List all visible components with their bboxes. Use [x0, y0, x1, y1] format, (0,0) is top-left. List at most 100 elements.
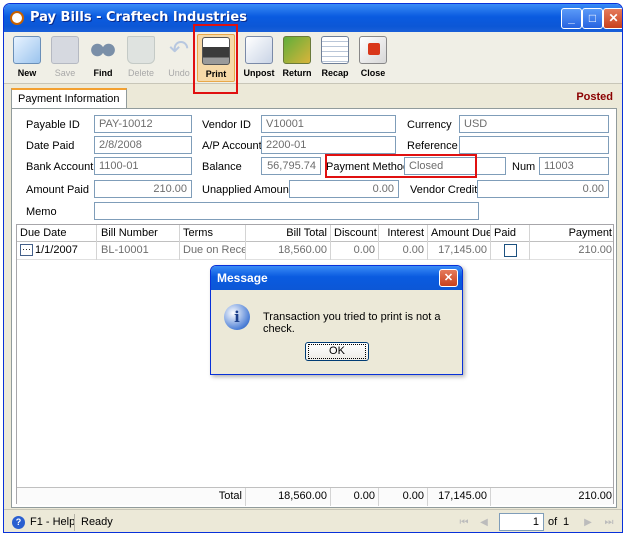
grid-totals-row: Total 18,560.00 0.00 0.00 17,145.00 210.… [17, 487, 613, 506]
return-money-icon [283, 36, 311, 64]
payable-id-field[interactable]: PAY-10012 [94, 115, 192, 133]
dialog-title-bar: Message ✕ [211, 266, 462, 290]
total-bill-total: 18,560.00 [246, 488, 331, 506]
information-icon: i [224, 304, 250, 330]
due-date-value: 1/1/2007 [35, 244, 78, 256]
print-highlight-box [193, 24, 238, 94]
close-button[interactable]: Close [354, 34, 392, 82]
num-label: Num [512, 161, 536, 173]
ok-button[interactable]: OK [305, 342, 369, 361]
save-disk-icon [51, 36, 79, 64]
col-interest[interactable]: Interest [379, 225, 428, 242]
new-record-icon [13, 36, 41, 64]
reference-label: Reference [407, 140, 458, 152]
vendor-credit-field[interactable]: 0.00 [477, 180, 609, 198]
currency-field[interactable]: USD [459, 115, 609, 133]
memo-label: Memo [26, 206, 57, 218]
col-due-date[interactable]: Due Date [17, 225, 97, 242]
payable-id-label: Payable ID [26, 119, 80, 131]
reference-field[interactable] [459, 136, 609, 154]
recap-sheet-icon [321, 36, 349, 64]
col-discount[interactable]: Discount [331, 225, 379, 242]
total-pages: 1 [563, 516, 570, 528]
close-door-icon [359, 36, 387, 64]
bank-account-field[interactable]: 1100-01 [94, 157, 192, 175]
status-badge: Posted [576, 91, 613, 103]
table-row[interactable]: ···1/1/2007 BL-10001 Due on Receip 18,56… [17, 242, 613, 260]
return-button[interactable]: Return [278, 34, 316, 82]
total-payment: 210.00 [578, 490, 612, 502]
terms-cell[interactable]: Due on Receip [180, 242, 246, 260]
prev-page-button[interactable]: ◀ [476, 515, 492, 530]
page-number-input[interactable]: 1 [499, 513, 544, 531]
message-dialog: Message ✕ i Transaction you tried to pri… [210, 265, 463, 375]
col-terms[interactable]: Terms [180, 225, 246, 242]
amount-due-cell[interactable]: 17,145.00 [428, 242, 491, 260]
date-paid-label: Date Paid [26, 140, 75, 152]
total-interest: 0.00 [379, 488, 428, 506]
balance-field[interactable]: 56,795.74 [261, 157, 321, 175]
balance-label: Balance [202, 161, 242, 173]
help-label[interactable]: F1 - Help [30, 516, 75, 528]
dialog-title: Message [217, 271, 268, 285]
help-icon[interactable]: ? [12, 516, 25, 529]
ap-account-label: A/P Account [202, 140, 262, 152]
new-button[interactable]: New [8, 34, 46, 82]
next-page-button[interactable]: ▶ [580, 515, 596, 530]
page-of-label: of [548, 516, 558, 528]
memo-field[interactable] [94, 202, 479, 220]
vendor-id-field[interactable]: V10001 [261, 115, 396, 133]
undo-arrow-icon: ↶ [168, 36, 190, 63]
status-divider [74, 514, 75, 531]
total-amount-due: 17,145.00 [428, 488, 491, 506]
unapplied-amount-field[interactable]: 0.00 [289, 180, 399, 198]
col-bill-number[interactable]: Bill Number [97, 225, 180, 242]
status-bar: ? F1 - Help Ready ⏮ ◀ 1 of 1 ▶ ⏭ [4, 509, 622, 532]
amount-paid-label: Amount Paid [26, 184, 89, 196]
amount-paid-field[interactable]: 210.00 [94, 180, 192, 198]
bank-account-label: Bank Account [26, 161, 94, 173]
app-icon [10, 11, 24, 25]
minimize-button[interactable]: _ [561, 8, 582, 29]
col-bill-total[interactable]: Bill Total [246, 225, 331, 242]
tab-payment-information[interactable]: Payment Information [11, 88, 127, 108]
binoculars-icon [89, 36, 117, 64]
grid-header: Due Date Bill Number Terms Bill Total Di… [17, 225, 613, 242]
title-bar: Pay Bills - Craftech Industries _ □ ✕ [4, 4, 622, 32]
unapplied-amount-label: Unapplied Amount [202, 184, 292, 196]
last-page-button[interactable]: ⏭ [601, 515, 617, 530]
close-window-button[interactable]: ✕ [603, 8, 622, 29]
payment-cell[interactable]: 210.00 [530, 242, 615, 260]
window-title: Pay Bills - Craftech Industries [30, 10, 247, 25]
find-button[interactable]: Find [84, 34, 122, 82]
currency-label: Currency [407, 119, 452, 131]
total-discount: 0.00 [331, 488, 379, 506]
delete-button[interactable]: Delete [122, 34, 160, 82]
unpost-icon [245, 36, 273, 64]
payment-method-highlight-box [325, 154, 477, 178]
ellipsis-icon[interactable]: ··· [20, 244, 33, 257]
save-button[interactable]: Save [46, 34, 84, 82]
date-paid-field[interactable]: 2/8/2008 [94, 136, 192, 154]
col-paid[interactable]: Paid [491, 225, 530, 242]
recycle-bin-icon [127, 36, 155, 64]
unpost-button[interactable]: Unpost [240, 34, 278, 82]
col-amount-due[interactable]: Amount Due [428, 225, 491, 242]
num-field[interactable]: 11003 [539, 157, 609, 175]
dialog-close-button[interactable]: ✕ [439, 269, 458, 287]
vendor-credit-label: Vendor Credit [410, 184, 478, 196]
discount-cell[interactable]: 0.00 [331, 242, 379, 260]
ap-account-field[interactable]: 2200-01 [261, 136, 396, 154]
tab-bar: Payment Information Posted [11, 88, 617, 108]
maximize-button[interactable]: □ [582, 8, 603, 29]
vendor-id-label: Vendor ID [202, 119, 251, 131]
paid-checkbox[interactable] [504, 244, 517, 257]
due-date-cell[interactable]: ··· 1/1/2007 [17, 242, 97, 260]
first-page-button[interactable]: ⏮ [456, 515, 472, 530]
recap-button[interactable]: Recap [316, 34, 354, 82]
interest-cell[interactable]: 0.00 [379, 242, 428, 260]
bill-number-cell[interactable]: BL-10001 [97, 242, 180, 260]
bill-total-cell[interactable]: 18,560.00 [246, 242, 331, 260]
total-label: Total [180, 488, 246, 506]
col-payment[interactable]: Payment [530, 225, 615, 242]
